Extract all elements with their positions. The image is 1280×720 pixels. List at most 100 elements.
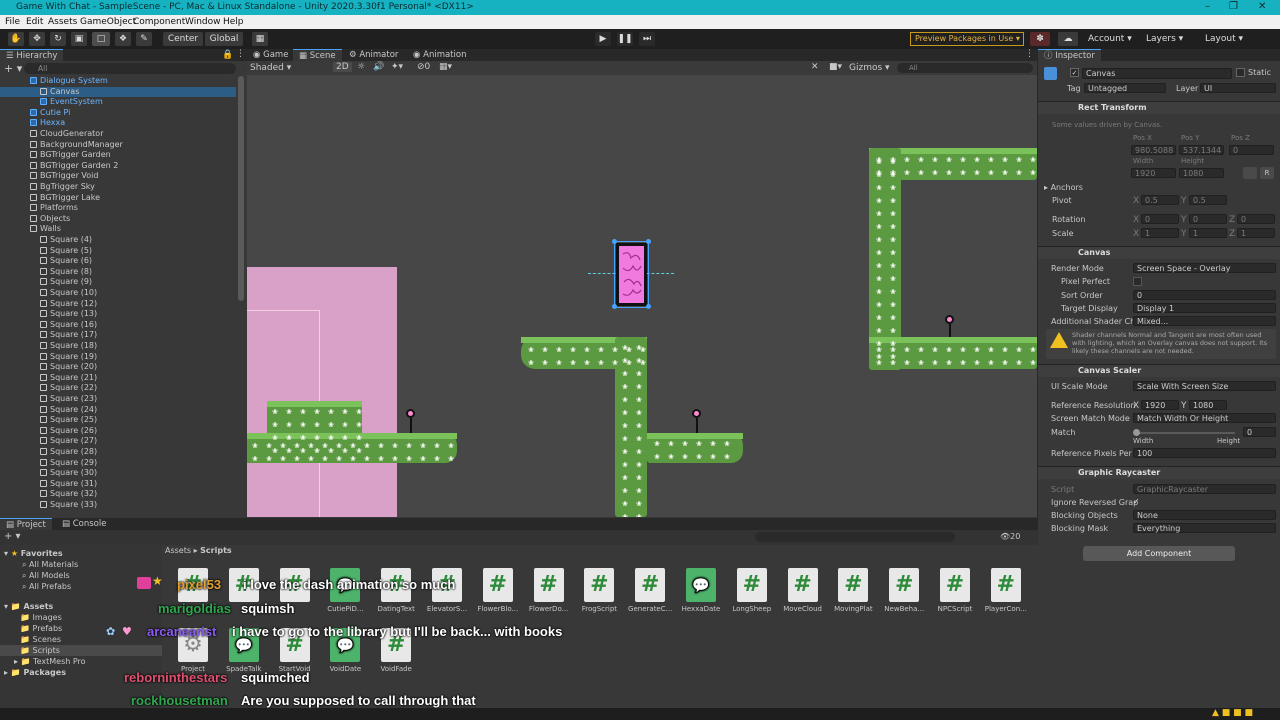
favorites-folder[interactable]: ▾ ★ Favorites	[4, 549, 63, 559]
tab-game[interactable]: ◉ Game	[247, 49, 294, 61]
hierarchy-item[interactable]: Square (24)	[40, 405, 97, 415]
script-asset[interactable]: # MovingPlat	[830, 568, 876, 613]
fav-all-prefabs[interactable]: ⌕ All Prefabs	[22, 582, 71, 592]
fav-all-models[interactable]: ⌕ All Models	[22, 571, 70, 581]
scale-tool-icon[interactable]: ▣	[71, 32, 87, 46]
render-mode-dropdown[interactable]: Screen Space - Overlay	[1133, 263, 1276, 273]
hierarchy-item[interactable]: Square (27)	[40, 436, 97, 446]
resize-handle-bl[interactable]	[612, 304, 617, 309]
layers-dropdown[interactable]: Layers ▾	[1146, 32, 1183, 46]
rect-tool-icon[interactable]: □	[92, 32, 110, 46]
transform-tool-icon[interactable]: ❖	[115, 32, 131, 46]
play-button[interactable]: ▶	[595, 32, 611, 46]
hierarchy-item[interactable]: Square (13)	[40, 309, 97, 319]
hierarchy-item[interactable]: Square (25)	[40, 415, 97, 425]
hierarchy-item[interactable]: Hexxa	[30, 118, 65, 128]
script-asset[interactable]: # FlowerDo...	[526, 568, 572, 613]
assets-folder[interactable]: ▾ 📁 Assets	[4, 602, 53, 612]
toggle-2d-button[interactable]: 2D	[333, 62, 352, 72]
hierarchy-item[interactable]: Square (8)	[40, 267, 92, 277]
ignore-reversed-checkbox[interactable]: ✓	[1133, 497, 1142, 506]
hierarchy-item[interactable]: Cutie Pi	[30, 108, 70, 118]
packages-folder[interactable]: ▸ 📁 Packages	[4, 668, 66, 678]
close-icon[interactable]: ✕	[1258, 1, 1266, 12]
ref-res-y-field[interactable]: 1080	[1189, 400, 1227, 410]
resize-handle-tr[interactable]	[646, 239, 651, 244]
hierarchy-item[interactable]: Objects	[30, 214, 70, 224]
shading-dropdown[interactable]: Shaded ▾	[250, 63, 291, 73]
create-asset-button[interactable]: + ▾	[4, 531, 21, 542]
width-field[interactable]: 1920	[1131, 168, 1176, 178]
script-asset[interactable]: # NewBeha...	[881, 568, 927, 613]
maximize-icon[interactable]: ❐	[1229, 1, 1238, 12]
lock-icon[interactable]: 🔒	[222, 50, 233, 60]
folder-images[interactable]: 📁 Images	[20, 613, 62, 623]
cloud-icon[interactable]: ☁	[1058, 32, 1078, 46]
tab-project[interactable]: ▤ Project	[0, 518, 52, 530]
menu-component[interactable]: Component	[133, 17, 185, 27]
blueprint-mode-button[interactable]	[1243, 167, 1257, 179]
match-slider[interactable]	[1135, 432, 1235, 434]
grid-icon[interactable]: ▦▾	[439, 62, 452, 72]
hierarchy-item[interactable]: Square (26)	[40, 426, 97, 436]
hierarchy-item[interactable]: Square (33)	[40, 500, 97, 510]
graphic-raycaster-header[interactable]: Graphic Raycaster	[1038, 466, 1280, 479]
hierarchy-item[interactable]: Square (30)	[40, 468, 97, 478]
folder-prefabs[interactable]: 📁 Prefabs	[20, 624, 62, 634]
hierarchy-item[interactable]: Square (28)	[40, 447, 97, 457]
hidden-layers-icon[interactable]: ⊘0	[417, 62, 430, 72]
active-checkbox[interactable]: ✓	[1070, 68, 1079, 77]
tag-dropdown[interactable]: Untagged	[1084, 83, 1166, 93]
hierarchy-item[interactable]: Square (29)	[40, 458, 97, 468]
hierarchy-item[interactable]: EventSystem	[40, 97, 103, 107]
hidden-packages-count[interactable]: 👁20	[1000, 532, 1020, 541]
anchors-foldout[interactable]: ▸ Anchors	[1044, 183, 1083, 193]
folder-scripts[interactable]: 📁 Scripts	[20, 646, 60, 656]
collab-icon[interactable]: ✽	[1030, 32, 1050, 46]
hierarchy-item[interactable]: Square (12)	[40, 299, 97, 309]
target-display-dropdown[interactable]: Display 1	[1133, 303, 1276, 313]
ui-scale-dropdown[interactable]: Scale With Screen Size	[1133, 381, 1276, 391]
scale-z-field[interactable]: 1	[1237, 228, 1275, 238]
folder-textmesh-pro[interactable]: ▸ 📁 TextMesh Pro	[14, 657, 86, 667]
script-asset[interactable]: # FlowerBlo...	[475, 568, 521, 613]
ref-res-x-field[interactable]: 1920	[1141, 400, 1179, 410]
static-checkbox[interactable]	[1236, 68, 1245, 77]
script-asset[interactable]: # MoveCloud	[780, 568, 826, 613]
grid-snap-icon[interactable]: ▦	[252, 32, 268, 46]
tab-animator[interactable]: ⚙ Animator	[343, 49, 404, 61]
tab-scene[interactable]: ▦ Scene	[293, 49, 342, 61]
hierarchy-item[interactable]: Platforms	[30, 203, 78, 213]
scene-menu-icon[interactable]: ⋮	[1025, 49, 1034, 59]
hierarchy-item[interactable]: BgTrigger Sky	[30, 182, 95, 192]
object-name-field[interactable]: Canvas	[1082, 68, 1232, 79]
tab-console[interactable]: ▤ Console	[56, 518, 112, 530]
tab-animation[interactable]: ◉ Animation	[407, 49, 472, 61]
add-object-button[interactable]: + ▾	[4, 62, 22, 75]
canvas-component-header[interactable]: Canvas	[1038, 246, 1280, 259]
hierarchy-item[interactable]: Square (9)	[40, 277, 92, 287]
hierarchy-item[interactable]: CloudGenerator	[30, 129, 103, 139]
pivot-center-toggle[interactable]: Center	[163, 32, 203, 46]
hierarchy-item[interactable]: Square (21)	[40, 373, 97, 383]
ref-ppu-field[interactable]: 100	[1133, 448, 1276, 458]
hierarchy-item[interactable]: Square (22)	[40, 383, 97, 393]
match-value-field[interactable]: 0	[1243, 427, 1276, 437]
scale-y-field[interactable]: 1	[1189, 228, 1227, 238]
hierarchy-item[interactable]: BackgroundManager	[30, 140, 123, 150]
hierarchy-item[interactable]: Square (20)	[40, 362, 97, 372]
rotation-z-field[interactable]: 0	[1237, 214, 1275, 224]
blocking-objects-dropdown[interactable]: None	[1133, 510, 1276, 520]
hierarchy-item[interactable]: Walls	[30, 224, 61, 234]
hierarchy-item[interactable]: Square (18)	[40, 341, 97, 351]
move-tool-icon[interactable]: ✥	[29, 32, 45, 46]
script-asset[interactable]: # NPCScript	[932, 568, 978, 613]
hierarchy-item[interactable]: Square (31)	[40, 479, 97, 489]
hierarchy-item[interactable]: Square (4)	[40, 235, 92, 245]
layout-dropdown[interactable]: Layout ▾	[1205, 32, 1243, 46]
tab-inspector[interactable]: ⓘ Inspector	[1038, 49, 1101, 61]
script-asset[interactable]: 💬 HexxaDate	[678, 568, 724, 613]
kebab-menu-icon[interactable]: ⋮	[236, 49, 245, 59]
resize-handle-br[interactable]	[646, 304, 651, 309]
hand-tool-icon[interactable]: ✋	[8, 32, 24, 46]
